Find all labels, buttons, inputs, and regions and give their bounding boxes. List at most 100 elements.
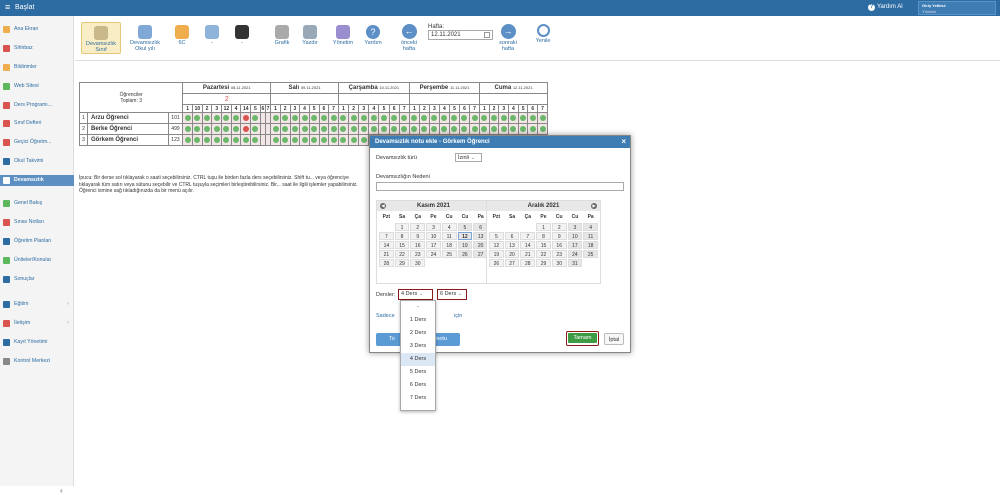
hour-header[interactable]: 4: [230, 104, 242, 113]
calendar-day[interactable]: 10: [426, 232, 441, 240]
calendar-day[interactable]: 12: [457, 232, 473, 240]
attendance-cell[interactable]: [279, 134, 291, 146]
attendance-cell[interactable]: [358, 123, 370, 135]
hour-header[interactable]: 2: [279, 104, 291, 113]
sidebar-item-11[interactable]: Sınav Notları: [0, 217, 74, 228]
attendance-cell[interactable]: [388, 123, 400, 135]
hour-header[interactable]: 1: [479, 104, 490, 113]
attendance-cell[interactable]: [221, 123, 232, 135]
refresh-button[interactable]: Yenile: [532, 24, 554, 45]
sidebar-item-8[interactable]: Okul Takvimi: [0, 156, 74, 167]
attendance-cell[interactable]: [250, 123, 261, 135]
attendance-cell[interactable]: [299, 112, 310, 124]
student-name[interactable]: Arzu Öğrenci: [87, 112, 169, 124]
sidebar-item-12[interactable]: Öğretim Planları: [0, 236, 74, 247]
calendar-day[interactable]: 16: [410, 241, 426, 249]
attendance-cell[interactable]: [448, 123, 460, 135]
yonetim-button[interactable]: Yönetim: [330, 25, 356, 47]
student-name[interactable]: Görkem Öğrenci: [87, 134, 169, 146]
hour-header[interactable]: 5: [448, 104, 460, 113]
calendar-day[interactable]: 4: [441, 223, 457, 231]
sidebar-item-10[interactable]: Genel Bakış: [0, 198, 74, 209]
class-select[interactable]: 6C: [173, 25, 191, 47]
attendance-cell[interactable]: [418, 112, 430, 124]
to-lesson-select[interactable]: 6 Ders ⌄: [437, 289, 467, 300]
calendar-day[interactable]: 3: [567, 223, 583, 231]
hour-header[interactable]: 7: [537, 104, 548, 113]
attendance-cell[interactable]: [517, 112, 529, 124]
sidebar-item-7[interactable]: Geçici Öğretm...: [0, 137, 74, 148]
sidebar-item-14[interactable]: Sonuçlar: [0, 274, 74, 285]
attendance-cell[interactable]: [279, 112, 291, 124]
hour-header[interactable]: 5: [378, 104, 390, 113]
calendar-day[interactable]: 18: [441, 241, 457, 249]
next-month-icon[interactable]: ▶: [591, 203, 597, 209]
hour-header[interactable]: 1: [408, 104, 420, 113]
sidebar-item-2[interactable]: Sihirbaz: [0, 43, 74, 54]
calendar-day[interactable]: 30: [551, 259, 567, 267]
hour-header[interactable]: 3: [498, 104, 510, 113]
calendar-day[interactable]: 21: [520, 250, 536, 258]
sidebar-item-4[interactable]: Web Sitesi: [0, 81, 74, 92]
calendar-day[interactable]: 23: [410, 250, 426, 258]
collapse-sidebar-icon[interactable]: ‹: [60, 486, 63, 495]
calendar-day[interactable]: 28: [520, 259, 536, 267]
attendance-cell[interactable]: [250, 134, 261, 146]
from-lesson-select[interactable]: 4 Ders ⌄: [398, 289, 433, 300]
hour-header[interactable]: 1: [337, 104, 350, 113]
hour-header[interactable]: 2: [201, 104, 213, 113]
calendar-day[interactable]: 11: [583, 232, 598, 240]
calendar-day[interactable]: 25: [583, 250, 598, 258]
calendar-day[interactable]: 11: [441, 232, 457, 240]
attendance-cell[interactable]: [230, 112, 242, 124]
attendance-cell[interactable]: [418, 123, 430, 135]
attendance-cell[interactable]: [221, 134, 232, 146]
hour-header[interactable]: 5: [308, 104, 320, 113]
attendance-cell[interactable]: [438, 123, 450, 135]
attendance-cell[interactable]: [192, 123, 203, 135]
calendar-day[interactable]: 27: [504, 259, 520, 267]
close-icon[interactable]: ×: [621, 136, 626, 148]
attendance-cell[interactable]: [279, 123, 291, 135]
reason-input[interactable]: [376, 182, 624, 191]
attendance-cell[interactable]: [337, 123, 350, 135]
calendar-day[interactable]: 17: [567, 241, 583, 249]
devamsizlik-okul-button[interactable]: Devamsızlık Okul yılı: [125, 25, 165, 52]
type-select[interactable]: İzinli ⌄: [455, 153, 482, 162]
sidebar-item-13[interactable]: Üniteler/Konular: [0, 255, 74, 266]
calendar-day[interactable]: 1: [536, 223, 551, 231]
attendance-cell[interactable]: [299, 123, 310, 135]
hour-header[interactable]: 1: [270, 104, 281, 113]
hour-header[interactable]: 2: [418, 104, 430, 113]
sidebar-item-1[interactable]: Ana Ekran: [0, 24, 74, 35]
attendance-cell[interactable]: [368, 123, 380, 135]
attendance-cell[interactable]: [211, 123, 223, 135]
sidebar-item-9[interactable]: Devamsızlık: [0, 175, 74, 186]
attendance-cell[interactable]: [289, 112, 301, 124]
hour-header[interactable]: 7: [328, 104, 339, 113]
hour-header[interactable]: 6: [458, 104, 470, 113]
attendance-cell[interactable]: [201, 112, 213, 124]
calendar-day[interactable]: 19: [489, 250, 504, 258]
attendance-cell[interactable]: [458, 123, 470, 135]
calendar-day[interactable]: 8: [536, 232, 551, 240]
attendance-cell[interactable]: [337, 134, 350, 146]
week-input[interactable]: 12.11.2021: [428, 30, 493, 40]
calendar-day[interactable]: 8: [394, 232, 410, 240]
day-header[interactable]: Çarşamba 10.11.2021: [337, 82, 410, 94]
help-link[interactable]: ? Yardım Al: [868, 4, 903, 11]
attendance-cell[interactable]: [250, 112, 261, 124]
attendance-cell[interactable]: [289, 134, 301, 146]
attendance-cell[interactable]: [408, 123, 420, 135]
hour-header[interactable]: 4: [438, 104, 450, 113]
hour-header[interactable]: 6: [318, 104, 330, 113]
hour-header[interactable]: 7: [468, 104, 481, 113]
sidebar-item-18[interactable]: Kontrol Merkezi: [0, 356, 74, 367]
attendance-cell[interactable]: [408, 112, 420, 124]
auth-select[interactable]: Giriş Yetkisi: Yönetici: [918, 1, 996, 15]
attendance-cell[interactable]: [270, 112, 281, 124]
attendance-cell[interactable]: [479, 112, 490, 124]
calendar-day[interactable]: 3: [426, 223, 441, 231]
hour-header[interactable]: 5: [250, 104, 261, 113]
next-week-button[interactable]: → sonraki hafta: [495, 24, 521, 52]
